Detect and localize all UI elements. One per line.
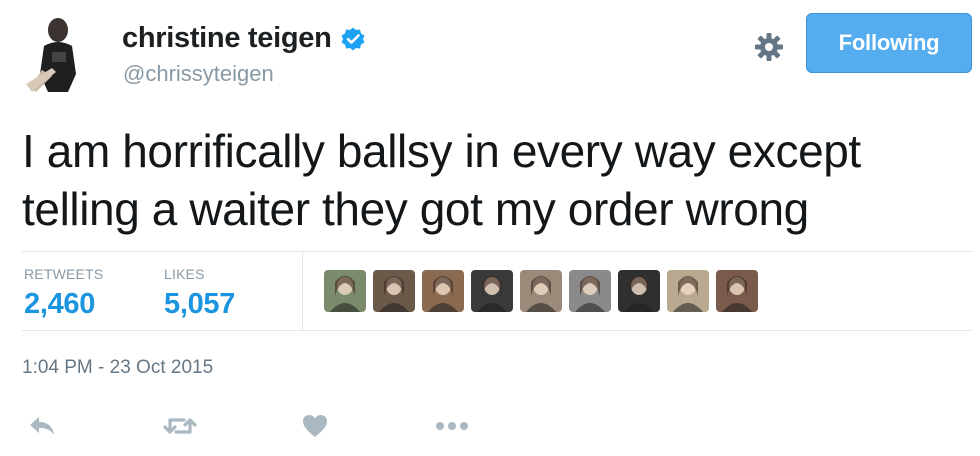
reply-icon[interactable]	[22, 410, 62, 442]
heart-icon[interactable]	[295, 410, 335, 442]
tweet-text: I am horrifically ballsy in every way ex…	[22, 122, 952, 238]
liker-avatar[interactable]	[716, 270, 758, 312]
liker-avatar[interactable]	[618, 270, 660, 312]
liker-avatars	[324, 270, 758, 312]
likes-count[interactable]: 5,057	[164, 288, 235, 321]
tweet-line-1: I am horrifically ballsy in every way ex…	[22, 125, 861, 177]
retweets-count[interactable]: 2,460	[24, 288, 103, 321]
user-handle[interactable]: @chrissyteigen	[123, 61, 274, 87]
verified-badge-icon	[340, 26, 366, 52]
more-icon[interactable]	[432, 410, 472, 442]
liker-avatar[interactable]	[569, 270, 611, 312]
retweets-stat[interactable]: RETWEETS 2,460	[24, 266, 103, 321]
likes-label: LIKES	[164, 266, 205, 282]
liker-avatar[interactable]	[667, 270, 709, 312]
likes-stat[interactable]: LIKES 5,057	[164, 266, 235, 321]
following-button[interactable]: Following	[806, 13, 972, 73]
tweet-timestamp[interactable]: 1:04 PM - 23 Oct 2015	[22, 357, 213, 379]
retweet-icon[interactable]	[160, 410, 200, 442]
liker-avatar[interactable]	[373, 270, 415, 312]
liker-avatar[interactable]	[520, 270, 562, 312]
avatar-image	[22, 12, 92, 92]
liker-avatar[interactable]	[324, 270, 366, 312]
stats-divider-top	[22, 251, 972, 252]
profile-avatar[interactable]	[22, 12, 92, 92]
display-name[interactable]: christine teigen	[122, 22, 366, 55]
display-name-text[interactable]: christine teigen	[122, 22, 332, 55]
liker-avatar[interactable]	[422, 270, 464, 312]
liker-avatar[interactable]	[471, 270, 513, 312]
tweet-line-2: telling a waiter they got my order wrong	[22, 183, 809, 235]
stats-divider-bottom	[22, 330, 972, 331]
gear-icon[interactable]	[752, 30, 786, 64]
stats-separator	[302, 252, 303, 330]
retweets-label: RETWEETS	[24, 266, 104, 282]
